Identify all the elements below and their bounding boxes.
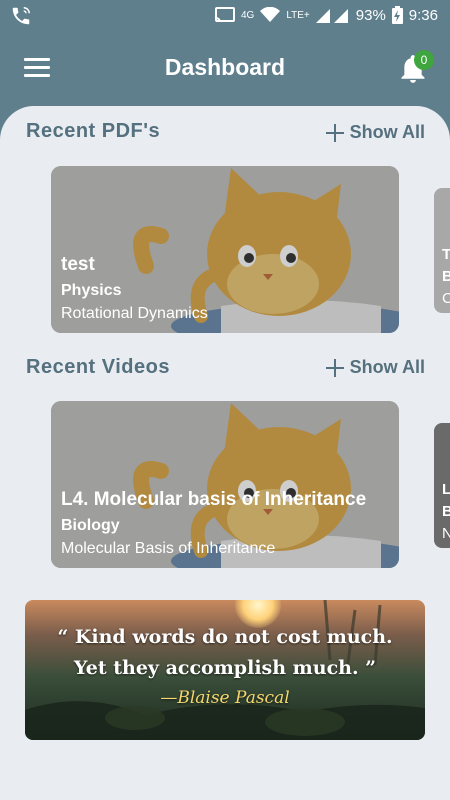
quote-line-1: “ Kind words do not cost much. bbox=[57, 626, 393, 648]
video-card-topic: Molecular Basis of Inheritance bbox=[61, 540, 276, 557]
battery-charging-icon bbox=[391, 6, 403, 24]
pdf-card-title: test bbox=[61, 254, 95, 275]
video-card-next[interactable]: L B N bbox=[434, 423, 450, 548]
pdf-card-topic: Rotational Dynamics bbox=[61, 305, 208, 322]
video-card-subject: Biology bbox=[61, 517, 120, 534]
notification-badge: 0 bbox=[414, 50, 434, 70]
pdf-card-subject: Physics bbox=[61, 282, 122, 299]
plus-icon bbox=[325, 123, 344, 142]
quote-line-2: Yet they accomplish much. ” bbox=[73, 657, 377, 679]
recent-pdfs-title: Recent PDF's bbox=[26, 120, 161, 142]
page-title: Dashboard bbox=[164, 54, 286, 80]
clock: 9:36 bbox=[408, 6, 438, 24]
network-type-label: LTE+ bbox=[286, 9, 310, 21]
battery-percent: 93% bbox=[355, 6, 386, 24]
quote-author: —Blaise Pascal bbox=[160, 688, 290, 708]
plus-icon bbox=[325, 358, 344, 377]
videos-show-all-label: Show All bbox=[349, 357, 425, 377]
pdf-card[interactable]: test Physics Rotational Dynamics bbox=[51, 166, 399, 333]
cast-icon bbox=[214, 7, 235, 23]
app-bar: Dashboard 0 bbox=[0, 32, 450, 106]
wifi-icon bbox=[260, 7, 281, 23]
quote-banner: “ Kind words do not cost much. Yet they … bbox=[25, 600, 425, 740]
video-card-title: L4. Molecular basis of Inheritance bbox=[61, 489, 367, 510]
signal-icon bbox=[315, 7, 350, 23]
pdf-card-next[interactable]: T B C bbox=[434, 188, 450, 313]
call-icon bbox=[10, 5, 32, 32]
videos-show-all-button[interactable]: Show All bbox=[325, 357, 425, 378]
recent-videos-title: Recent Videos bbox=[26, 356, 170, 378]
pdfs-show-all-button[interactable]: Show All bbox=[325, 122, 425, 143]
status-bar: 4G LTE+ 93% 9:36 bbox=[0, 0, 450, 32]
pdfs-show-all-label: Show All bbox=[349, 122, 425, 142]
video-card[interactable]: L4. Molecular basis of Inheritance Biolo… bbox=[51, 401, 399, 568]
network-label: 4G bbox=[240, 9, 255, 21]
